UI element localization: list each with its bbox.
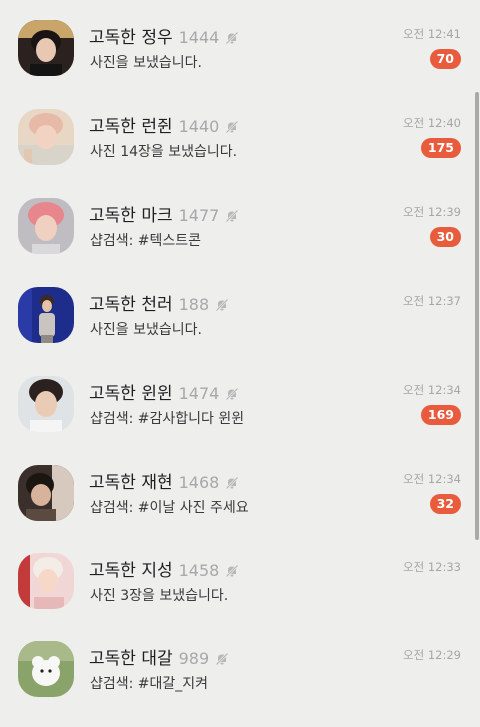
last-message-preview: 사진 3장을 보냈습니다. (90, 588, 229, 604)
member-count: 1468 (178, 473, 220, 492)
last-message-preview: 사진 14장을 보냈습니다. (90, 144, 238, 160)
member-count: 989 (178, 649, 210, 668)
last-message-time: 오전 12:41 (403, 27, 461, 41)
last-message-preview: 샵검색: #감사합니다 윈윈 (90, 411, 245, 427)
chat-room-name: 고독한 런쥔 (89, 117, 173, 137)
bell-off-icon (225, 387, 239, 401)
unread-count-badge: 175 (420, 138, 461, 158)
last-message-preview: 샵검색: #텍스트콘 (90, 233, 202, 249)
chat-room-name: 고독한 지성 (89, 561, 173, 581)
chat-room-avatar (18, 641, 74, 697)
last-message-time: 오전 12:37 (403, 294, 461, 308)
chat-room-row[interactable]: 고독한 마크 1477 샵검색: #텍스트콘 오전 12:39 30 (0, 196, 474, 284)
bell-off-icon (215, 298, 229, 312)
chat-room-row[interactable]: 고독한 대갈 989 샵검색: #대갈_지켜 오전 12:29 (0, 639, 474, 727)
chat-room-avatar (18, 109, 74, 165)
chat-room-name: 고독한 대갈 (89, 649, 173, 669)
last-message-preview: 샵검색: #대갈_지켜 (90, 676, 209, 692)
unread-count-badge: 30 (429, 227, 461, 247)
chat-room-row[interactable]: 고독한 정우 1444 사진을 보냈습니다. 오전 12:41 70 (0, 18, 474, 106)
last-message-time: 오전 12:34 (403, 472, 461, 486)
scrollbar[interactable] (475, 92, 479, 540)
chat-room-avatar (18, 465, 74, 521)
member-count: 188 (178, 295, 210, 314)
member-count: 1477 (178, 206, 220, 225)
chat-room-name: 고독한 재현 (89, 473, 173, 493)
last-message-time: 오전 12:34 (403, 383, 461, 397)
member-count: 1458 (178, 561, 220, 580)
chat-room-name: 고독한 천러 (89, 295, 173, 315)
member-count: 1474 (178, 384, 220, 403)
last-message-preview: 사진을 보냈습니다. (90, 55, 202, 71)
chat-room-name: 고독한 정우 (89, 28, 173, 48)
chat-room-row[interactable]: 고독한 천러 188 사진을 보냈습니다. 오전 12:37 (0, 285, 474, 373)
chat-room-avatar (18, 376, 74, 432)
chat-room-row[interactable]: 고독한 윈윈 1474 샵검색: #감사합니다 윈윈 오전 12:34 169 (0, 374, 474, 462)
last-message-time: 오전 12:40 (403, 116, 461, 130)
chat-room-avatar (18, 198, 74, 254)
last-message-time: 오전 12:29 (403, 648, 461, 662)
chat-room-avatar (18, 20, 74, 76)
bell-off-icon (225, 209, 239, 223)
last-message-time: 오전 12:39 (403, 205, 461, 219)
bell-off-icon (225, 120, 239, 134)
last-message-preview: 사진을 보냈습니다. (90, 322, 202, 338)
member-count: 1440 (178, 117, 220, 136)
unread-count-badge: 70 (429, 49, 461, 69)
bell-off-icon (225, 564, 239, 578)
last-message-time: 오전 12:33 (403, 560, 461, 574)
unread-count-badge: 169 (420, 405, 461, 425)
chat-room-avatar (18, 553, 74, 609)
unread-count-badge: 32 (429, 494, 461, 514)
last-message-preview: 샵검색: #이날 사진 주세요 (90, 500, 249, 516)
chat-room-avatar (18, 287, 74, 343)
chat-room-name: 고독한 마크 (89, 206, 173, 226)
chat-room-row[interactable]: 고독한 재현 1468 샵검색: #이날 사진 주세요 오전 12:34 32 (0, 463, 474, 551)
chat-room-list[interactable]: 고독한 정우 1444 사진을 보냈습니다. 오전 12:41 70 고독한 런… (0, 0, 480, 713)
chat-room-row[interactable]: 고독한 지성 1458 사진 3장을 보냈습니다. 오전 12:33 (0, 551, 474, 639)
bell-off-icon (225, 476, 239, 490)
member-count: 1444 (178, 28, 220, 47)
chat-room-row[interactable]: 고독한 런쥔 1440 사진 14장을 보냈습니다. 오전 12:40 175 (0, 107, 474, 195)
bell-off-icon (225, 31, 239, 45)
bell-off-icon (215, 652, 229, 666)
chat-room-name: 고독한 윈윈 (89, 384, 173, 404)
